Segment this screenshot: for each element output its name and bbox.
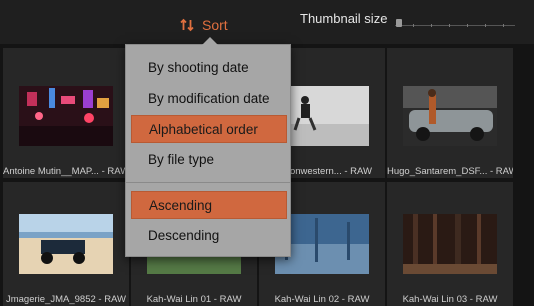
menu-item-descending[interactable]: Descending [131, 222, 287, 250]
thumbnail-card[interactable]: Jmagerie_JMA_9852 - RAW [3, 182, 129, 306]
sort-label: Sort [202, 17, 228, 33]
slider-tick [503, 24, 504, 27]
thumbnail-image [19, 86, 113, 146]
sort-button[interactable]: Sort [180, 14, 228, 36]
thumbnail-image [403, 86, 497, 146]
thumbnail-card[interactable]: Kah-Wai Lin 03 - RAW [387, 182, 513, 306]
slider-tick [449, 24, 450, 27]
thumbnail-caption: Kah-Wai Lin 02 - RAW [274, 294, 370, 305]
slider-tick [485, 24, 486, 27]
slider-tick [413, 24, 414, 27]
thumbnail-caption: Antoine Mutin__MAP... - RAW [3, 166, 129, 177]
menu-item-by-modification-date[interactable]: By modification date [131, 85, 287, 113]
menu-item-by-shooting-date[interactable]: By shooting date [131, 54, 287, 82]
menu-caret [202, 37, 218, 45]
sort-arrows-icon [180, 18, 194, 32]
menu-item-by-file-type[interactable]: By file type [131, 146, 287, 174]
thumbnail-image [19, 214, 113, 274]
thumbnail-size-slider[interactable] [395, 12, 515, 28]
slider-tick [467, 24, 468, 27]
thumbnail-caption: Jmagerie_JMA_9852 - RAW [5, 294, 127, 305]
menu-item-alphabetical-order[interactable]: Alphabetical order [131, 115, 287, 143]
sort-menu: By shooting date By modification date Al… [125, 37, 291, 257]
thumbnail-image [403, 214, 497, 274]
thumbnail-caption: Kah-Wai Lin 01 - RAW [146, 294, 242, 305]
menu-item-ascending[interactable]: Ascending [131, 191, 287, 219]
thumbnail-caption: Kah-Wai Lin 03 - RAW [402, 294, 498, 305]
slider-knob[interactable] [396, 19, 402, 27]
thumbnail-card[interactable]: Hugo_Santarem_DSF... - RAW [387, 48, 513, 178]
thumbnail-card[interactable]: Antoine Mutin__MAP... - RAW [3, 48, 129, 178]
top-toolbar: Sort Thumbnail size [0, 0, 534, 44]
menu-separator [126, 182, 290, 183]
slider-tick [431, 24, 432, 27]
thumbnail-caption: Hugo_Santarem_DSF... - RAW [387, 166, 513, 177]
thumbnail-size-label: Thumbnail size [300, 11, 388, 26]
